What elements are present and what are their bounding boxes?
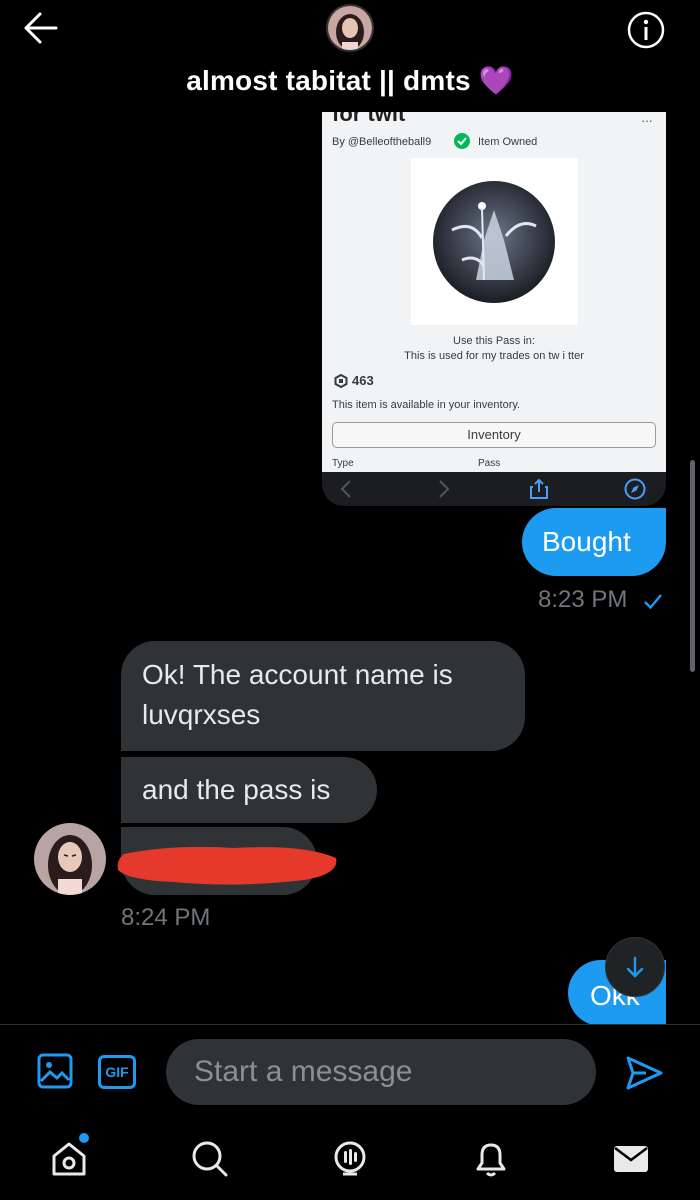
screenshot-menu-dots: ··· (641, 112, 653, 128)
bottom-navigation (0, 1124, 700, 1200)
red-redaction-scribble (114, 840, 342, 888)
shared-screenshot-image[interactable]: for twit ··· By @Belleoftheball9 Item Ow… (322, 100, 666, 506)
compass-icon (624, 478, 646, 500)
message-composer: GIF (0, 1024, 700, 1124)
sender-avatar[interactable] (34, 823, 106, 895)
back-arrow-icon[interactable] (22, 10, 62, 46)
use-pass-label: Use this Pass in: (453, 335, 535, 347)
type-label: Type (332, 458, 354, 469)
check-icon (642, 590, 664, 612)
pass-figure-image (433, 181, 555, 303)
availability-text: This item is available in your inventory… (332, 399, 521, 411)
inventory-button: Inventory (332, 422, 656, 448)
screenshot-creator: By @Belleoftheball9 (332, 136, 432, 148)
outgoing-message-bought[interactable]: Bought (522, 508, 666, 576)
scrollbar[interactable] (690, 460, 695, 672)
conversation-title[interactable]: almost tabitat || dmts 💜 (0, 64, 700, 97)
owned-check-icon (454, 133, 470, 149)
image-icon[interactable] (37, 1053, 73, 1089)
pass-price: 463 (352, 373, 374, 388)
share-icon (528, 478, 550, 500)
search-icon[interactable] (189, 1138, 231, 1180)
bell-icon[interactable] (470, 1138, 512, 1180)
outgoing-timestamp: 8:23 PM (538, 586, 628, 613)
info-icon[interactable] (626, 10, 666, 50)
incoming-timestamp: 8:24 PM (121, 904, 211, 931)
mail-icon[interactable] (610, 1138, 652, 1180)
type-value: Pass (478, 458, 501, 469)
screenshot-page: for twit ··· By @Belleoftheball9 Item Ow… (322, 100, 666, 472)
chevron-left-icon (336, 478, 358, 500)
incoming-message-pass[interactable]: and the pass is (121, 757, 377, 823)
message-input[interactable] (166, 1039, 596, 1105)
send-icon[interactable] (624, 1053, 664, 1093)
pass-thumbnail (411, 158, 578, 325)
chevron-right-icon (432, 478, 454, 500)
header-avatar[interactable] (326, 4, 374, 52)
conversation-header: almost tabitat || dmts 💜 (0, 0, 700, 112)
gif-button[interactable]: GIF (98, 1055, 136, 1089)
arrow-down-icon[interactable] (605, 937, 665, 997)
pass-description: This is used for my trades on tw i tter (404, 350, 584, 362)
home-notification-dot (79, 1133, 89, 1143)
spaces-icon[interactable] (329, 1138, 371, 1180)
robux-icon (334, 373, 348, 389)
screenshot-owned-status: Item Owned (478, 136, 538, 148)
screenshot-browser-toolbar (322, 472, 666, 506)
purple-heart-emoji: 💜 (478, 65, 514, 96)
conversation-title-text: almost tabitat || dmts (186, 65, 471, 96)
home-icon[interactable] (48, 1138, 90, 1180)
incoming-message-account[interactable]: Ok! The account name is luvqrxses (121, 641, 525, 751)
